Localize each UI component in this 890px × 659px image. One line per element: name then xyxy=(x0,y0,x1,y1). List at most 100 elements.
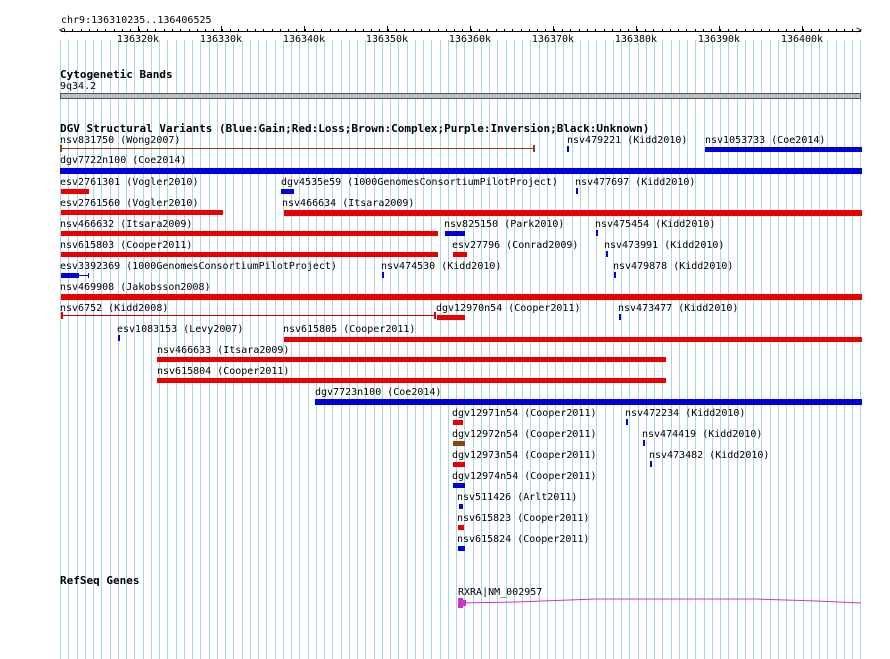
dgv-feature-bar[interactable] xyxy=(118,335,120,341)
ruler-minor-tick xyxy=(479,29,480,32)
dgv-feature-bar[interactable] xyxy=(62,315,435,316)
ruler-minor-tick xyxy=(288,29,289,32)
dgv-feature-bar[interactable] xyxy=(284,210,862,216)
dgv-feature-bar[interactable] xyxy=(606,251,608,257)
dgv-feature-tail xyxy=(79,275,88,276)
ruler-minor-tick xyxy=(695,29,696,32)
dgv-feature-bar[interactable] xyxy=(619,314,621,320)
dgv-feature-label: nsv473482 (Kidd2010) xyxy=(649,450,770,461)
dgv-feature-label: dgv12974n54 (Cooper2011) xyxy=(452,471,597,482)
ruler-minor-tick xyxy=(720,29,721,32)
ruler-minor-tick xyxy=(296,29,297,32)
ruler-minor-tick xyxy=(338,29,339,32)
dgv-track-title[interactable]: DGV Structural Variants (Blue:Gain;Red:L… xyxy=(60,122,649,135)
dgv-feature-label: nsv6752 (Kidd2008) xyxy=(60,303,169,314)
ruler-minor-tick xyxy=(330,29,331,32)
dgv-feature-bar[interactable] xyxy=(61,148,534,149)
dgv-feature-label: nsv466633 (Itsara2009) xyxy=(157,345,290,356)
dgv-feature-bar[interactable] xyxy=(626,419,628,425)
ruler-minor-tick xyxy=(164,29,165,32)
ruler-minor-tick xyxy=(222,29,223,32)
ruler-minor-tick xyxy=(280,29,281,32)
dgv-feature-label: dgv7722n100 (Coe2014) xyxy=(60,155,187,166)
dgv-feature-bar[interactable] xyxy=(567,146,569,152)
cytoband-track-title[interactable]: Cytogenetic Bands xyxy=(60,68,173,81)
dgv-feature-bar[interactable] xyxy=(705,147,862,152)
ruler-tick-label: 136400k xyxy=(780,34,824,45)
ruler-minor-tick xyxy=(496,29,497,32)
dgv-feature-bar[interactable] xyxy=(157,357,666,362)
rxra-gene-model[interactable] xyxy=(456,596,866,610)
dgv-feature-bar[interactable] xyxy=(459,504,463,509)
ruler-minor-tick xyxy=(379,29,380,32)
dgv-feature-bar[interactable] xyxy=(60,168,862,174)
dgv-feature-label: nsv474419 (Kidd2010) xyxy=(642,429,763,440)
ruler-minor-tick xyxy=(388,29,389,32)
ruler-minor-tick xyxy=(504,29,505,32)
dgv-feature-bar[interactable] xyxy=(281,189,294,194)
ruler-minor-tick xyxy=(429,29,430,32)
ruler-minor-tick xyxy=(147,29,148,32)
ruler-minor-tick xyxy=(255,29,256,32)
dgv-feature-bar[interactable] xyxy=(614,272,616,278)
dgv-feature-label: nsv479878 (Kidd2010) xyxy=(613,261,734,272)
dgv-feature-bar[interactable] xyxy=(61,189,89,194)
ruler-minor-tick xyxy=(512,29,513,32)
ruler-minor-tick xyxy=(761,29,762,32)
refseq-track-title[interactable]: RefSeq Genes xyxy=(60,574,139,587)
dgv-feature-label: nsv825150 (Park2010) xyxy=(444,219,565,230)
dgv-feature-endcap xyxy=(88,273,89,278)
dgv-feature-endcap xyxy=(533,145,535,152)
ruler-minor-tick xyxy=(703,29,704,32)
dgv-feature-bar[interactable] xyxy=(284,337,862,342)
dgv-feature-bar[interactable] xyxy=(576,188,578,194)
dgv-feature-bar[interactable] xyxy=(643,440,645,446)
dgv-feature-bar[interactable] xyxy=(61,273,79,278)
ruler-minor-tick xyxy=(305,29,306,32)
dgv-feature-bar[interactable] xyxy=(458,525,464,530)
ruler-minor-tick xyxy=(711,29,712,32)
ruler-minor-tick xyxy=(371,29,372,32)
dgv-feature-bar[interactable] xyxy=(596,230,598,236)
dgv-feature-bar[interactable] xyxy=(437,315,465,320)
ruler-right-arrow[interactable]: > xyxy=(856,26,862,36)
dgv-feature-bar[interactable] xyxy=(650,461,652,467)
dgv-feature-bar[interactable] xyxy=(453,252,467,257)
ruler-minor-tick xyxy=(263,29,264,32)
ruler-minor-tick xyxy=(595,29,596,32)
dgv-feature-bar[interactable] xyxy=(61,231,438,236)
dgv-feature-bar[interactable] xyxy=(157,378,666,383)
ruler-minor-tick xyxy=(213,29,214,32)
dgv-feature-bar[interactable] xyxy=(61,252,438,257)
dgv-feature-bar[interactable] xyxy=(453,483,465,488)
dgv-feature-bar[interactable] xyxy=(61,294,862,300)
dgv-feature-bar[interactable] xyxy=(315,399,862,405)
cytoband-bar[interactable] xyxy=(60,93,861,99)
dgv-feature-bar[interactable] xyxy=(453,420,463,425)
ruler-minor-tick xyxy=(628,29,629,32)
ruler-minor-tick xyxy=(64,29,65,32)
dgv-feature-bar[interactable] xyxy=(445,231,465,236)
ruler-minor-tick xyxy=(122,29,123,32)
dgv-feature-label: nsv615823 (Cooper2011) xyxy=(457,513,590,524)
dgv-feature-label: nsv615805 (Cooper2011) xyxy=(283,324,416,335)
ruler-minor-tick xyxy=(653,29,654,32)
ruler-minor-tick xyxy=(272,29,273,32)
ruler-tick-label: 136360k xyxy=(448,34,492,45)
dgv-feature-bar[interactable] xyxy=(458,546,465,551)
dgv-feature-label: nsv473477 (Kidd2010) xyxy=(618,303,739,314)
ruler-minor-tick xyxy=(686,29,687,32)
ruler-minor-tick xyxy=(612,29,613,32)
ruler-minor-tick xyxy=(545,29,546,32)
dgv-feature-label: nsv473991 (Kidd2010) xyxy=(604,240,725,251)
dgv-feature-bar[interactable] xyxy=(382,272,384,278)
dgv-feature-bar[interactable] xyxy=(453,441,465,446)
dgv-feature-label: nsv831750 (Wong2007) xyxy=(60,135,181,146)
ruler-minor-tick xyxy=(446,29,447,32)
dgv-feature-label: nsv466634 (Itsara2009) xyxy=(282,198,415,209)
dgv-feature-label: dgv4535e59 (1000GenomesConsortiumPilotPr… xyxy=(281,177,558,188)
cytoband-label: 9q34.2 xyxy=(60,81,97,92)
dgv-feature-bar[interactable] xyxy=(61,210,223,215)
dgv-feature-bar[interactable] xyxy=(453,462,465,467)
dgv-feature-label: esv2761560 (Vogler2010) xyxy=(60,198,199,209)
